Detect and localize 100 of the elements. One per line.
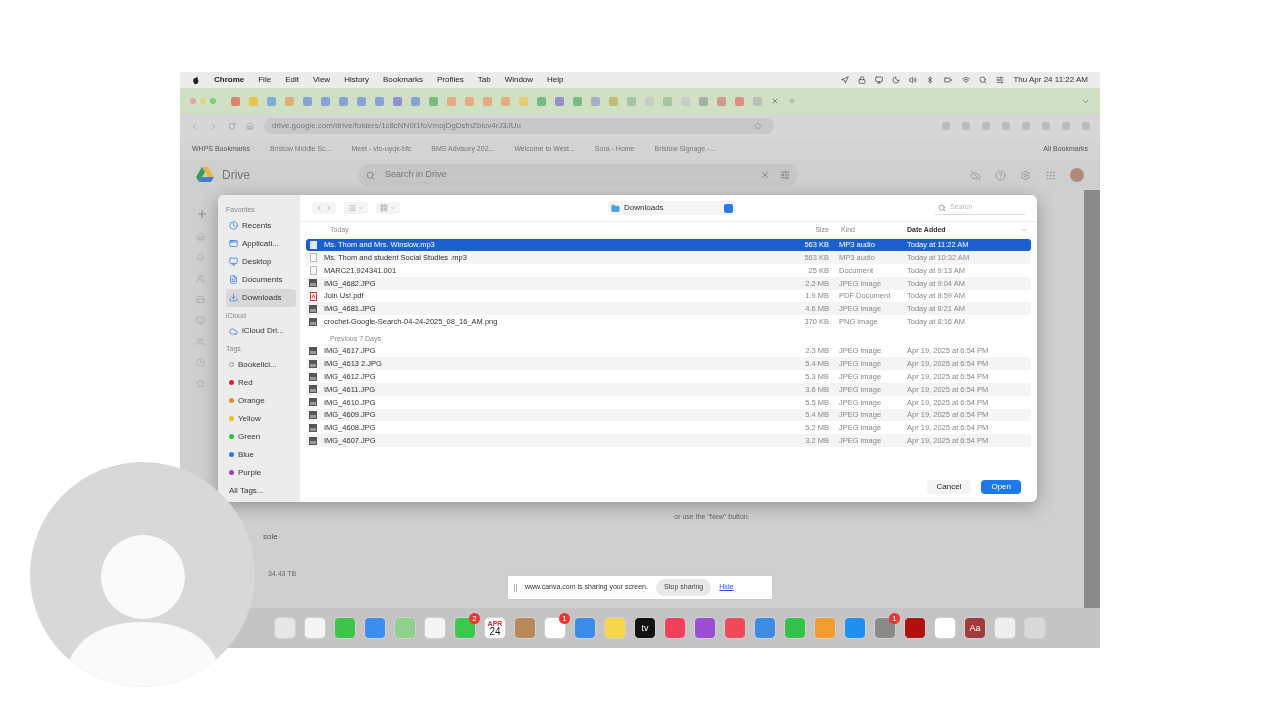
app-icon[interactable] — [694, 617, 716, 639]
settings-icon[interactable] — [1020, 169, 1031, 181]
app-icon-label: 24 — [489, 626, 501, 637]
home-icon[interactable] — [196, 232, 205, 241]
zoom-window-icon[interactable] — [210, 98, 216, 104]
app-icon[interactable]: tv — [634, 617, 656, 639]
menu-item[interactable]: Window — [504, 74, 534, 86]
monitor-icon[interactable] — [875, 76, 884, 84]
extension-icon[interactable] — [1062, 122, 1070, 130]
computer-icon[interactable] — [196, 316, 205, 325]
monitor-icon — [229, 257, 238, 266]
sidebar-item[interactable]: Blue — [226, 445, 296, 464]
menu-item[interactable]: View — [312, 74, 331, 86]
help-icon[interactable] — [995, 169, 1006, 181]
new-tab-icon[interactable] — [788, 97, 796, 105]
clock-icon[interactable] — [196, 358, 205, 367]
new-icon[interactable] — [196, 208, 208, 220]
group-view-control[interactable] — [376, 202, 400, 214]
moon-icon[interactable] — [892, 76, 901, 84]
menu-item[interactable]: Profiles — [437, 74, 464, 86]
back-icon[interactable] — [190, 121, 199, 131]
sidebar-item[interactable]: iCloud Dri... — [226, 322, 296, 340]
app-icon[interactable] — [514, 617, 536, 639]
extension-icon[interactable] — [962, 122, 970, 130]
sidebar-item[interactable]: Recents — [226, 216, 296, 235]
extension-icon[interactable] — [1022, 122, 1030, 130]
extension-icon[interactable] — [1042, 122, 1050, 130]
lock-icon[interactable] — [858, 76, 867, 84]
app-icon[interactable] — [904, 617, 926, 639]
minimize-window-icon[interactable] — [200, 98, 206, 104]
account-avatar[interactable] — [1070, 168, 1084, 182]
control-center-icon[interactable] — [996, 76, 1005, 84]
menu-item[interactable]: History — [344, 74, 369, 86]
forward-icon[interactable] — [325, 204, 333, 212]
app-icon[interactable] — [754, 617, 776, 639]
menu-item[interactable]: File — [258, 74, 272, 86]
extension-icon[interactable] — [982, 122, 990, 130]
sidebar-item[interactable]: Bookelici... — [226, 355, 296, 374]
image-thumbnail-icon — [309, 436, 317, 445]
sidebar-item[interactable]: Desktop — [226, 252, 296, 271]
battery-icon[interactable] — [943, 76, 954, 84]
menu-bar-clock[interactable]: Thu Apr 24 11:22 AM — [1013, 74, 1088, 86]
app-icon — [229, 239, 238, 248]
people-icon[interactable] — [196, 337, 205, 346]
star-icon[interactable] — [196, 379, 205, 388]
sidebar-item[interactable]: Downloads — [226, 288, 296, 307]
app-menu[interactable]: Chrome — [214, 74, 245, 86]
extension-icon[interactable] — [942, 122, 950, 130]
notification-badge: 2 — [469, 613, 480, 624]
menu-item[interactable]: Bookmarks — [383, 74, 424, 86]
bookmark-star-icon[interactable] — [754, 122, 762, 130]
sidebar-item[interactable]: Documents — [226, 270, 296, 289]
filter-icon[interactable] — [780, 170, 790, 180]
app-icon[interactable] — [574, 617, 596, 639]
location-icon[interactable] — [841, 76, 850, 84]
offline-icon[interactable] — [970, 169, 981, 181]
menu-item[interactable]: Help — [547, 74, 564, 86]
app-icon[interactable] — [724, 617, 746, 639]
location-popup[interactable]: Downloads — [608, 201, 736, 215]
sidebar-item[interactable]: Red — [226, 373, 296, 392]
app-icon[interactable] — [664, 617, 686, 639]
reload-icon[interactable] — [228, 122, 236, 130]
document-icon — [229, 275, 238, 284]
extension-icon[interactable] — [1082, 122, 1090, 130]
drive-icon[interactable] — [196, 295, 205, 304]
home-icon[interactable] — [246, 122, 254, 130]
shared-icon[interactable] — [196, 274, 205, 283]
volume-icon[interactable] — [909, 76, 918, 84]
image-thumbnail-icon — [309, 410, 317, 419]
menu-item[interactable]: Tab — [477, 74, 491, 86]
app-icon[interactable] — [364, 617, 386, 639]
apps-icon[interactable] — [1045, 169, 1056, 181]
close-window-icon[interactable] — [190, 98, 196, 104]
list-view-control[interactable] — [344, 202, 368, 214]
forward-icon[interactable] — [209, 121, 218, 131]
apple-logo-icon[interactable] — [192, 75, 200, 85]
app-icon[interactable]: Aa — [964, 617, 986, 639]
app-icon[interactable] — [844, 617, 866, 639]
sidebar-item[interactable]: Orange — [226, 391, 296, 410]
wifi-icon[interactable] — [962, 76, 971, 84]
clear-icon[interactable] — [760, 170, 770, 180]
sort-icon[interactable] — [1021, 227, 1027, 234]
sidebar-item[interactable]: Green — [226, 427, 296, 446]
menu-item[interactable]: Edit — [285, 74, 299, 86]
extension-icon[interactable] — [1002, 122, 1010, 130]
back-forward-control[interactable] — [312, 202, 336, 214]
bell-icon[interactable] — [196, 253, 205, 262]
cancel-button[interactable]: Cancel — [926, 480, 972, 494]
bluetooth-icon[interactable] — [926, 76, 935, 84]
close-tab-icon[interactable] — [771, 97, 779, 105]
search-icon[interactable] — [979, 76, 988, 84]
open-button[interactable]: Open — [981, 480, 1021, 494]
image-thumbnail-icon — [309, 346, 317, 355]
clock-icon — [229, 221, 238, 230]
caret-icon — [390, 205, 396, 211]
sidebar-item[interactable]: Applicati... — [226, 234, 296, 253]
drag-handle-icon[interactable] — [514, 583, 517, 592]
download-icon — [229, 293, 238, 302]
back-icon[interactable] — [315, 204, 323, 212]
sidebar-item[interactable]: Yellow — [226, 409, 296, 428]
